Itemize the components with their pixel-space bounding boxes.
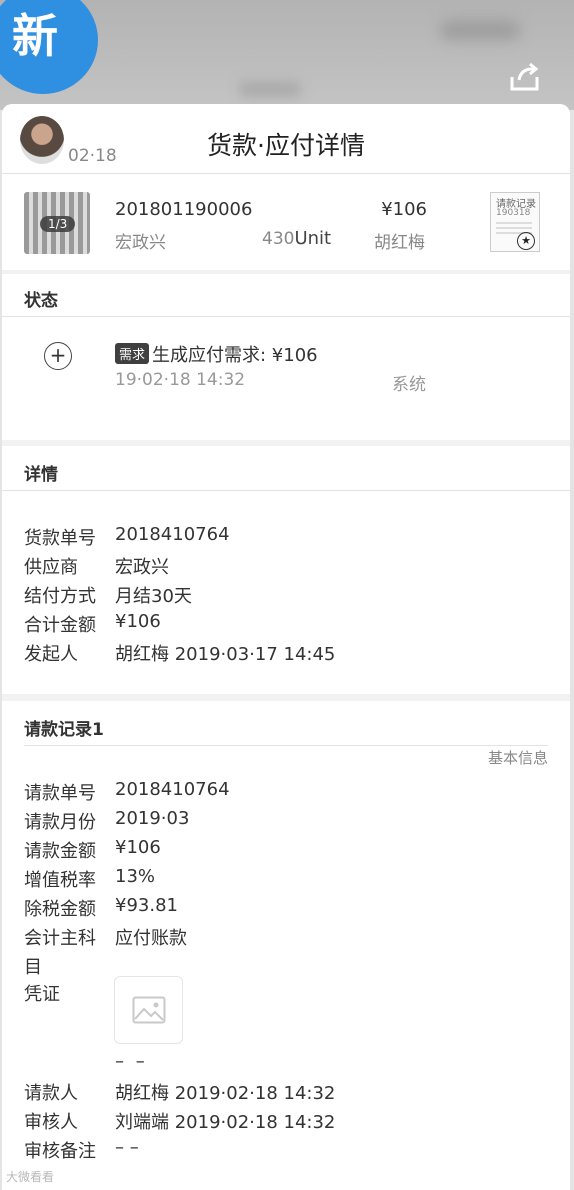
detail-sheet: 02·18 货款·应付详情 1/3 201801190006 ¥106 宏政兴 …	[2, 104, 570, 1190]
expand-plus-icon[interactable]: +	[44, 342, 72, 370]
order-amount: ¥106	[381, 199, 427, 220]
order-number: 201801190006	[115, 199, 253, 220]
detail-value: 宏政兴	[115, 557, 169, 578]
request-label: 审核备注	[24, 1141, 96, 1162]
star-icon: ★	[517, 232, 535, 250]
request-value: 13%	[115, 866, 156, 887]
image-icon	[132, 996, 166, 1024]
detail-label: 结付方式	[24, 586, 96, 607]
divider	[2, 316, 570, 317]
order-supplier: 宏政兴	[115, 233, 166, 253]
voucher-empty: – –	[115, 1051, 148, 1072]
divider	[2, 490, 570, 491]
quantity-value: 430	[262, 229, 295, 249]
status-actor: 系统	[392, 375, 426, 395]
detail-label: 发起人	[24, 644, 78, 665]
request-label: 会计主科目	[24, 928, 96, 978]
voucher-label: 凭证	[24, 984, 60, 1005]
blurred-status-area	[440, 20, 520, 40]
detail-value: ¥106	[115, 611, 161, 632]
status-title: 状态	[24, 291, 58, 311]
detail-label: 合计金额	[24, 615, 96, 636]
receipt-thumbnail[interactable]: 请款记录 190318 ★	[490, 192, 540, 252]
voucher-image-placeholder[interactable]	[114, 976, 183, 1044]
request-label: 除税金额	[24, 899, 96, 920]
request-label: 请款月份	[24, 812, 96, 833]
request-label: 请款金额	[24, 841, 96, 862]
status-tag: 需求	[115, 343, 150, 364]
quantity-unit: Unit	[294, 228, 332, 249]
summary-card: 02·18 货款·应付详情 1/3 201801190006 ¥106 宏政兴 …	[2, 104, 570, 270]
request-value: 刘端端 2019·02·18 14:32	[115, 1112, 336, 1133]
share-icon[interactable]	[509, 62, 541, 92]
request-value: 2019·03	[115, 808, 190, 829]
detail-value: 2018410764	[115, 524, 230, 545]
status-event: 生成应付需求: ¥106	[152, 345, 318, 366]
request-value: 应付账款	[115, 928, 187, 949]
order-quantity: 430Unit	[262, 228, 331, 249]
request-value: – –	[115, 1137, 139, 1158]
header-background: 新	[0, 0, 574, 110]
watermark: 大微看看	[6, 1170, 55, 1184]
request-label: 审核人	[24, 1112, 78, 1133]
request-value: 2018410764	[115, 779, 230, 800]
new-badge-label: 新	[12, 9, 58, 63]
new-badge: 新	[0, 0, 98, 94]
status-time: 19·02·18 14:32	[115, 370, 246, 390]
order-thumbnail[interactable]: 1/3	[24, 192, 90, 254]
request-value: ¥106	[115, 837, 161, 858]
detail-value: 月结30天	[115, 586, 192, 607]
thumbnail-counter: 1/3	[40, 216, 76, 232]
request-label: 增值税率	[24, 870, 96, 891]
divider	[24, 745, 548, 746]
details-title: 详情	[24, 465, 58, 485]
divider	[2, 173, 570, 174]
request-title: 请款记录1	[24, 720, 104, 740]
request-label: 请款单号	[24, 783, 96, 804]
request-value: ¥93.81	[115, 895, 178, 916]
detail-label: 货款单号	[24, 528, 96, 549]
basic-info-link[interactable]: 基本信息	[488, 747, 548, 768]
page-title: 货款·应付详情	[207, 131, 365, 160]
detail-value: 胡红梅 2019·03·17 14:45	[115, 644, 336, 665]
order-person: 胡红梅	[374, 233, 425, 253]
blurred-nav-text	[240, 82, 300, 96]
receipt-subtitle: 190318	[496, 208, 531, 218]
detail-label: 供应商	[24, 557, 78, 578]
request-value: 胡红梅 2019·02·18 14:32	[115, 1083, 336, 1104]
request-label: 请款人	[24, 1083, 78, 1104]
